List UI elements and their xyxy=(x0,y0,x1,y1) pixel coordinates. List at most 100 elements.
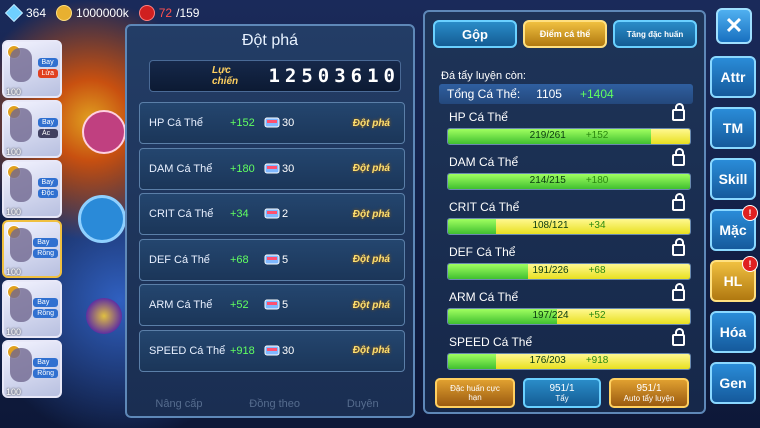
total-bonus: +1404 xyxy=(579,87,614,101)
tab-merge[interactable]: Gộp xyxy=(433,20,517,48)
combat-power-label: Lực chiến xyxy=(212,65,239,87)
breakthrough-row: CRIT Cá Thể +34 2 Đột phá xyxy=(139,193,405,235)
stat-progress-bar: 219/261 +152 xyxy=(447,128,691,145)
type-tag: Lửa xyxy=(37,69,58,78)
total-label: Tổng Cá Thể: xyxy=(447,87,521,101)
stat-bar-text: 191/226 +68 xyxy=(448,265,690,276)
breakthrough-button[interactable]: Đột phá xyxy=(349,157,394,181)
pet-figure xyxy=(10,288,32,322)
stat-name: CRIT Cá Thể xyxy=(449,200,520,214)
lock-icon[interactable] xyxy=(672,328,685,346)
lock-icon[interactable] xyxy=(78,195,126,243)
panel-title: Đột phá xyxy=(241,32,299,49)
gem-counter: 364 xyxy=(4,3,46,23)
type-tag: Bay xyxy=(37,58,58,67)
team-slot[interactable]: Bay Độc 100 xyxy=(2,160,62,218)
type-tag: Độc xyxy=(37,189,58,198)
pet-level: 100 xyxy=(6,387,22,397)
training-stat-row: DAM Cá Thể 214/215 +180 xyxy=(439,148,693,198)
pet-figure xyxy=(10,108,32,142)
team-slot[interactable]: Bay Rồng 100 xyxy=(2,280,62,338)
auto-wash-button[interactable]: 951/1 Auto tẩy luyện xyxy=(609,378,689,408)
breakthrough-button[interactable]: Đột phá xyxy=(349,248,394,272)
tab-bond[interactable]: Duyên xyxy=(347,398,379,410)
menu-tm[interactable]: TM xyxy=(710,107,756,149)
stat-value: 191/226 xyxy=(532,265,569,276)
training-tabs: Gộp Điểm cá thể Tăng đặc huấn xyxy=(433,20,697,48)
pet-figure xyxy=(10,348,32,382)
breakthrough-button[interactable]: Đột phá xyxy=(349,111,394,135)
tab-special-training[interactable]: Tăng đặc huấn xyxy=(613,20,697,48)
tab-upgrade[interactable]: Nâng cấp xyxy=(155,398,202,410)
team-slot-selected[interactable]: Bay Rồng 100 xyxy=(2,220,62,278)
lock-icon[interactable] xyxy=(672,193,685,211)
breakthrough-item-icon xyxy=(264,299,280,310)
stat-bonus: +180 xyxy=(230,162,255,175)
type-tag: Rồng xyxy=(33,369,58,378)
stamina-counter: 72/159 xyxy=(138,5,200,21)
stat-bonus: +68 xyxy=(588,265,606,276)
stat-progress-bar: 214/215 +180 xyxy=(447,173,691,190)
menu-transform[interactable]: Hóa xyxy=(710,311,756,353)
stamina-max: /159 xyxy=(176,6,200,20)
breakthrough-row: DAM Cá Thể +180 30 Đột phá xyxy=(139,147,405,190)
menu-hl-label: HL xyxy=(723,273,743,289)
stat-bonus: +52 xyxy=(230,299,249,311)
pokeball-icon[interactable] xyxy=(86,298,122,334)
stat-bonus: +152 xyxy=(585,130,609,141)
pet-figure xyxy=(10,168,32,202)
type-tag: Rồng xyxy=(33,249,58,258)
menu-skill[interactable]: Skill xyxy=(710,158,756,200)
lock-icon[interactable] xyxy=(672,283,685,301)
training-stat-row: DEF Cá Thể 191/226 +68 xyxy=(439,238,693,288)
pet-figure xyxy=(10,228,32,262)
wash-count: 951/1 xyxy=(549,383,575,394)
close-button[interactable]: ✕ xyxy=(716,8,752,44)
wash-button[interactable]: 951/1 Tẩy xyxy=(523,378,601,408)
limit-training-button[interactable]: Đặc huấn cực hạn xyxy=(435,378,515,408)
training-panel: Gộp Điểm cá thể Tăng đặc huấn Đá tẩy luy… xyxy=(423,10,706,414)
menu-attr[interactable]: Attr xyxy=(710,56,756,98)
menu-gen[interactable]: Gen xyxy=(710,362,756,404)
breakthrough-item-icon xyxy=(264,208,280,219)
stat-bonus: +918 xyxy=(585,355,609,366)
item-cost: 30 xyxy=(282,344,295,357)
lock-icon[interactable] xyxy=(672,103,685,121)
breakthrough-row: SPEED Cá Thể +918 30 Đột phá xyxy=(139,329,405,372)
breakthrough-row: DEF Cá Thể +68 5 Đột phá xyxy=(139,238,405,281)
lock-icon[interactable] xyxy=(672,238,685,256)
stat-name: ARM Cá Thể xyxy=(149,299,213,311)
combat-power-box: Lực chiến 12503610 xyxy=(149,60,401,92)
tab-individual-points[interactable]: Điểm cá thể xyxy=(523,20,607,48)
team-slot[interactable]: Bay Lửa 100 xyxy=(2,40,62,98)
gift-icon[interactable] xyxy=(82,110,126,154)
training-stat-row: CRIT Cá Thể 108/121 +34 xyxy=(439,193,693,243)
type-tag: Bay xyxy=(33,298,58,307)
team-slot[interactable]: Bay Rồng 100 xyxy=(2,340,62,398)
wash-label: Tẩy xyxy=(555,394,569,403)
stat-bar-text: 176/203 +918 xyxy=(448,355,690,366)
breakthrough-row: HP Cá Thể +152 30 Đột phá xyxy=(139,102,405,144)
stat-bonus: +34 xyxy=(230,208,249,220)
training-stat-row: SPEED Cá Thể 176/203 +918 xyxy=(439,328,693,378)
stat-bar-text: 197/224 +52 xyxy=(448,310,690,321)
stat-bar-text: 219/261 +152 xyxy=(448,130,690,141)
breakthrough-button[interactable]: Đột phá xyxy=(349,293,394,317)
team-list: Bay Lửa 100 Bay Ác 100 Bay Độc 100 Bay Rồng … xyxy=(2,40,62,400)
tab-follow[interactable]: Đồng theo xyxy=(249,398,300,410)
item-cost: 30 xyxy=(282,117,295,129)
type-tag: Bay xyxy=(33,358,58,367)
breakthrough-item-icon xyxy=(264,163,280,173)
breakthrough-button[interactable]: Đột phá xyxy=(349,339,394,363)
lock-icon[interactable] xyxy=(672,148,685,166)
team-slot[interactable]: Bay Ác 100 xyxy=(2,100,62,158)
breakthrough-item-icon xyxy=(264,117,280,128)
type-tag: Bay xyxy=(37,118,58,127)
pet-level: 100 xyxy=(6,87,22,97)
apple-icon xyxy=(138,5,155,21)
menu-hl[interactable]: HL! xyxy=(710,256,758,302)
type-tag: Bay xyxy=(33,238,58,247)
breakthrough-button[interactable]: Đột phá xyxy=(349,202,394,226)
menu-equip[interactable]: Mặc! xyxy=(710,205,758,251)
stat-bonus: +52 xyxy=(588,310,606,321)
